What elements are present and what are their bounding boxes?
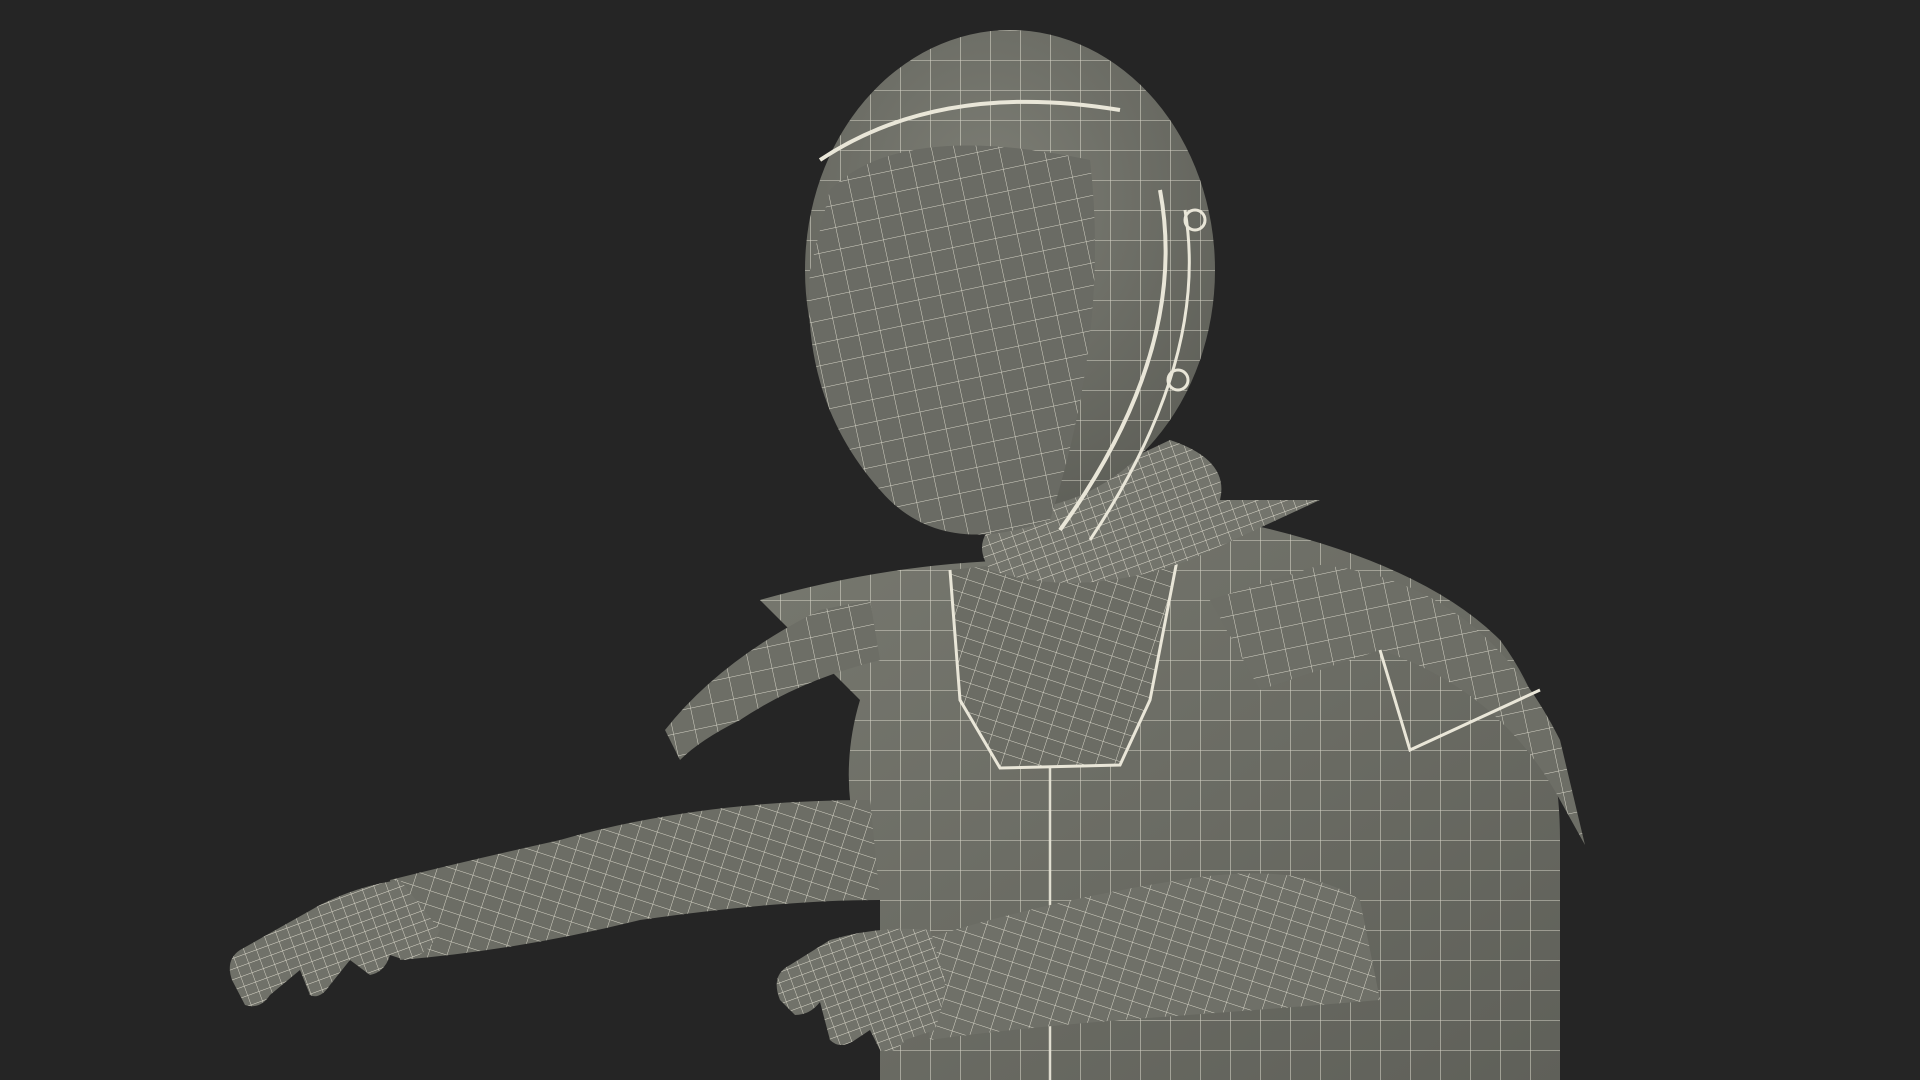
render-viewport — [0, 0, 1920, 1080]
right-hand — [776, 928, 945, 1052]
left-hand — [229, 880, 440, 1007]
left-arm — [390, 800, 880, 960]
wireframe-model-render — [229, 30, 1585, 1080]
